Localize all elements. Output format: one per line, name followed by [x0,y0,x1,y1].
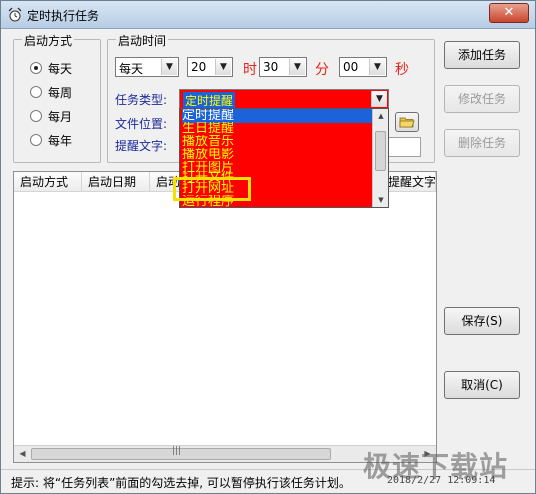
scroll-grip: ||| [172,446,182,456]
scroll-thumb[interactable]: ||| [31,446,331,460]
dropdown-option[interactable]: 定时提醒 [182,109,372,123]
status-hint: 提示: 将“任务列表”前面的勾选去掉, 可以暂停执行该任务计划。 [11,476,351,490]
delete-task-label: 删除任务 [457,136,506,150]
folder-icon [399,117,415,128]
start-mode-title: 启动方式 [22,32,75,49]
radio-daily-dot[interactable] [30,62,42,74]
start-mode-group: 启动方式 每天 每周 每月 每年 [13,32,101,163]
radio-monthly-label: 每月 [48,110,73,124]
chevron-down-icon[interactable]: ▼ [161,59,177,75]
title-bar: 定时执行任务 ✕ [1,1,535,29]
task-type-select[interactable]: 定时提醒 ▼ [179,89,389,109]
close-icon: ✕ [503,5,515,20]
watermark: 极速下载站 [363,450,509,483]
hour-select[interactable]: 30 ▼ [259,57,307,77]
column-header-start-date[interactable]: 启动日期 [82,172,150,192]
reminder-text-input[interactable] [387,137,421,157]
scroll-up-icon[interactable]: ▲ [373,109,389,123]
column-header-start-mode[interactable]: 启动方式 [14,172,82,192]
hour-value: 30 [263,60,279,74]
app-icon [8,7,22,22]
chevron-down-icon[interactable]: ▼ [215,59,231,75]
radio-yearly-label: 每年 [48,134,73,148]
save-label: 保存(S) [461,314,503,328]
minute-select[interactable]: 00 ▼ [339,57,387,77]
minute-value: 00 [343,60,359,74]
dropdown-option[interactable]: 生日提醒 [182,122,372,136]
add-task-button[interactable]: 添加任务 [444,41,520,69]
day-select[interactable]: 20 ▼ [187,57,233,77]
hour-unit: 时 [243,62,257,78]
second-unit: 秒 [395,62,409,78]
radio-daily-label: 每天 [48,62,73,76]
column-header-reminder-text[interactable]: 提醒文字 [384,172,436,192]
scroll-down-icon[interactable]: ▼ [373,193,389,207]
highlight-box [173,177,251,201]
chevron-down-icon[interactable]: ▼ [289,59,305,75]
file-location-label: 文件位置: [115,117,168,131]
reminder-text-label: 提醒文字: [115,139,168,153]
chevron-down-icon[interactable]: ▼ [369,59,385,75]
radio-monthly-dot[interactable] [30,110,42,122]
browse-folder-button[interactable] [395,112,419,132]
dropdown-option[interactable]: 播放音乐 [182,135,372,149]
cancel-label: 取消(C) [461,378,503,392]
delete-task-button[interactable]: 删除任务 [444,129,520,157]
radio-yearly-dot[interactable] [30,134,42,146]
task-type-label: 任务类型: [115,93,168,107]
radio-weekly-dot[interactable] [30,86,42,98]
task-list-table[interactable]: 启动方式 启动日期 启动 提醒文字 ◀ ||| ▶ [13,171,437,463]
start-time-title: 启动时间 [116,32,169,49]
window-title: 定时执行任务 [27,9,100,23]
dropdown-option[interactable]: 播放电影 [182,148,372,162]
chevron-down-icon[interactable]: ▼ [371,91,387,107]
close-button[interactable]: ✕ [489,3,529,23]
minute-unit: 分 [315,62,329,78]
day-value: 20 [191,60,207,74]
add-task-label: 添加任务 [457,48,506,62]
edit-task-button[interactable]: 修改任务 [444,85,520,113]
frequency-value: 每天 [119,62,144,76]
radio-weekly-label: 每周 [48,86,73,100]
frequency-select[interactable]: 每天 ▼ [115,57,179,77]
save-button[interactable]: 保存(S) [444,307,520,335]
cancel-button[interactable]: 取消(C) [444,371,520,399]
scroll-left-icon[interactable]: ◀ [14,446,31,462]
dropdown-scrollbar[interactable]: ▲ ▼ [372,109,388,207]
main-window: 定时执行任务 ✕ 启动方式 每天 每周 每月 每年 启动时间 每天 ▼ 20 ▼… [0,0,536,494]
edit-task-label: 修改任务 [457,92,506,106]
task-type-value: 定时提醒 [183,92,236,109]
dropdown-scroll-thumb[interactable] [375,131,386,171]
